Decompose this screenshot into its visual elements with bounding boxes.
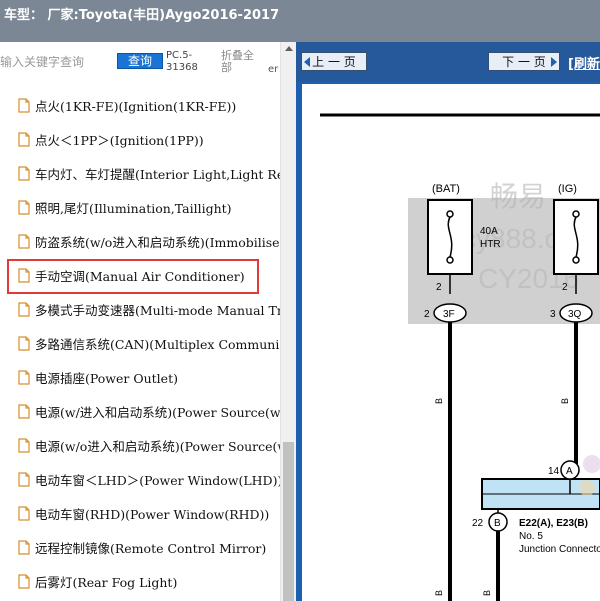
fuse-ig-terminal-bottom [572,256,580,264]
page-toolbar: 上 一 页 下 一 页 [刷新 [296,42,600,82]
tree-item[interactable]: 多路通信系统(CAN)(Multiplex Communication Syst… [0,326,280,360]
wiring-diagram: 畅易 cy888.com CY2016 (BAT) (IG) 40A HTR 2… [320,113,600,601]
document-icon [18,573,30,589]
tree-item[interactable]: 点火＜1PP＞(Ignition(1PP)) [0,122,280,156]
pin-left-top: 2 [436,282,442,293]
document-icon [18,471,30,487]
truncated-text: er [268,64,279,75]
scroll-thumb[interactable] [283,442,294,601]
label-bat: (BAT) [432,183,460,195]
conn-right-pin: 3 [550,309,556,320]
conn-left-pin: 2 [424,309,430,320]
tree-item-label: 电源(w/o进入和启动系统)(Power Source(w/o Entry) [35,438,280,454]
wire-bottom-right-color: B [482,590,492,596]
document-icon [18,403,30,419]
tree-item-label: 多模式手动变速器(Multi-mode Manual Transmission) [35,302,280,318]
document-icon [18,301,30,317]
conn-left-label: 3F [443,309,455,320]
tree-item[interactable]: 手动空调(Manual Air Conditioner) [0,258,280,292]
fold-all-button[interactable]: 折叠全部 [221,50,261,74]
document-icon [18,267,30,283]
document-icon [18,97,30,113]
next-page-button[interactable]: 下 一 页 [488,52,560,71]
connector-number: No. 5 [519,531,543,542]
tree-item-label: 电动车窗(RHD)(Power Window(RHD)) [35,506,270,522]
window-title-bar: 车型： 厂家:Toyota(丰田)Aygo2016-2017 [0,0,600,42]
watermark-text-1: 畅易 [490,181,546,212]
tree-item-label: 电源(w/进入和启动系统)(Power Source(w/ Entry) [35,404,280,420]
next-page-label: 下 一 页 [502,55,546,69]
tree-item[interactable]: 照明,尾灯(Illumination,Taillight) [0,190,280,224]
e22-label: B [494,518,501,529]
tree-scrollbar[interactable] [280,42,296,601]
tree-item-label: 点火(1KR-FE)(Ignition(1KR-FE)) [35,98,237,114]
document-icon [18,233,30,249]
connector-name: E22(A), E23(B) [519,518,588,529]
fuse-terminal-bottom [446,256,454,264]
query-button[interactable]: 查询 [117,53,163,69]
search-bar: 查询 PC.5-31368 折叠全部 er [0,42,280,86]
tree-item[interactable]: 电源(w/o进入和启动系统)(Power Source(w/o Entry) [0,428,280,462]
wiring-diagram-viewer[interactable]: 畅易 cy888.com CY2016 (BAT) (IG) 40A HTR 2… [302,84,600,601]
tree-item[interactable]: 远程控制镜像(Remote Control Mirror) [0,530,280,564]
document-icon [18,437,30,453]
window-title: 车型： 厂家:Toyota(丰田)Aygo2016-2017 [4,8,280,23]
prev-page-button[interactable]: 上 一 页 [301,52,367,71]
tree-item-label: 点火＜1PP＞(Ignition(1PP)) [35,132,204,148]
fuse-amp: 40A [480,226,498,237]
tree-item-label: 电源插座(Power Outlet) [35,370,178,386]
fuse-terminal-top [446,210,454,218]
tree-item[interactable]: 电源插座(Power Outlet) [0,360,280,394]
wire-left-color: B [434,398,444,404]
fuse-ig-terminal-top [572,210,580,218]
scroll-up-arrow-icon[interactable] [285,46,293,51]
fuse-name: HTR [480,239,501,250]
wire-bottom-left-color: B [434,590,444,596]
connector-description: Junction Connector [519,544,600,555]
document-icon [18,505,30,521]
pin-right-top: 2 [562,282,568,293]
tree-item-label: 远程控制镜像(Remote Control Mirror) [35,540,267,556]
left-panel: 查询 PC.5-31368 折叠全部 er 点火(1KR-FE)(Ignitio… [0,42,296,601]
tree-item[interactable]: 点火(1KR-FE)(Ignition(1KR-FE)) [0,88,280,122]
refresh-link[interactable]: [刷新 [568,53,600,72]
arrow-left-icon [304,57,310,67]
document-icon [18,335,30,351]
tree-item-label: 防盗系统(w/o进入和启动系统)(Immobiliser System) [35,234,280,250]
document-icon [18,199,30,215]
document-icon [18,131,30,147]
wire-right-color: B [560,398,570,404]
document-icon [18,539,30,555]
tree-item[interactable]: 电源(w/进入和启动系统)(Power Source(w/ Entry) [0,394,280,428]
document-icon [18,369,30,385]
e22-pin: 22 [472,518,484,529]
search-input[interactable] [0,52,112,72]
pc-code-text: PC.5-31368 [166,50,198,73]
tree-item[interactable]: 电动车窗＜LHD＞(Power Window(LHD)) [0,462,280,496]
tree-item-label: 多路通信系统(CAN)(Multiplex Communication Syst… [35,336,280,352]
tree-item-label: 电动车窗＜LHD＞(Power Window(LHD)) [35,472,280,488]
junction-pin: 14 [548,466,560,477]
conn-right-label: 3Q [568,309,582,320]
watermark-bubble-1 [583,455,600,473]
junction-label: A [566,466,573,477]
tree-item[interactable]: 电动车窗(RHD)(Power Window(RHD)) [0,496,280,530]
document-tree: 点火(1KR-FE)(Ignition(1KR-FE)) 点火＜1PP＞(Igni… [0,88,280,601]
right-panel: 上 一 页 下 一 页 [刷新 畅易 cy888.com CY2016 (BAT… [296,42,600,601]
tree-item[interactable]: 车内灯、车灯提醒(Interior Light,Light Reminder) [0,156,280,190]
tree-item[interactable]: 后雾灯(Rear Fog Light) [0,564,280,598]
prev-page-label: 上 一 页 [312,55,356,69]
label-ig: (IG) [558,183,577,195]
tree-item[interactable]: 防盗系统(w/o进入和启动系统)(Immobiliser System) [0,224,280,258]
tree-item-label: 照明,尾灯(Illumination,Taillight) [35,200,232,216]
tree-item-label: 车内灯、车灯提醒(Interior Light,Light Reminder) [35,166,280,182]
arrow-right-icon [551,57,557,67]
watermark-bubble-2 [579,480,595,496]
tree-item[interactable]: 多模式手动变速器(Multi-mode Manual Transmission) [0,292,280,326]
tree-item-label: 手动空调(Manual Air Conditioner) [35,268,245,284]
document-icon [18,165,30,181]
tree-item-label: 后雾灯(Rear Fog Light) [35,574,178,590]
